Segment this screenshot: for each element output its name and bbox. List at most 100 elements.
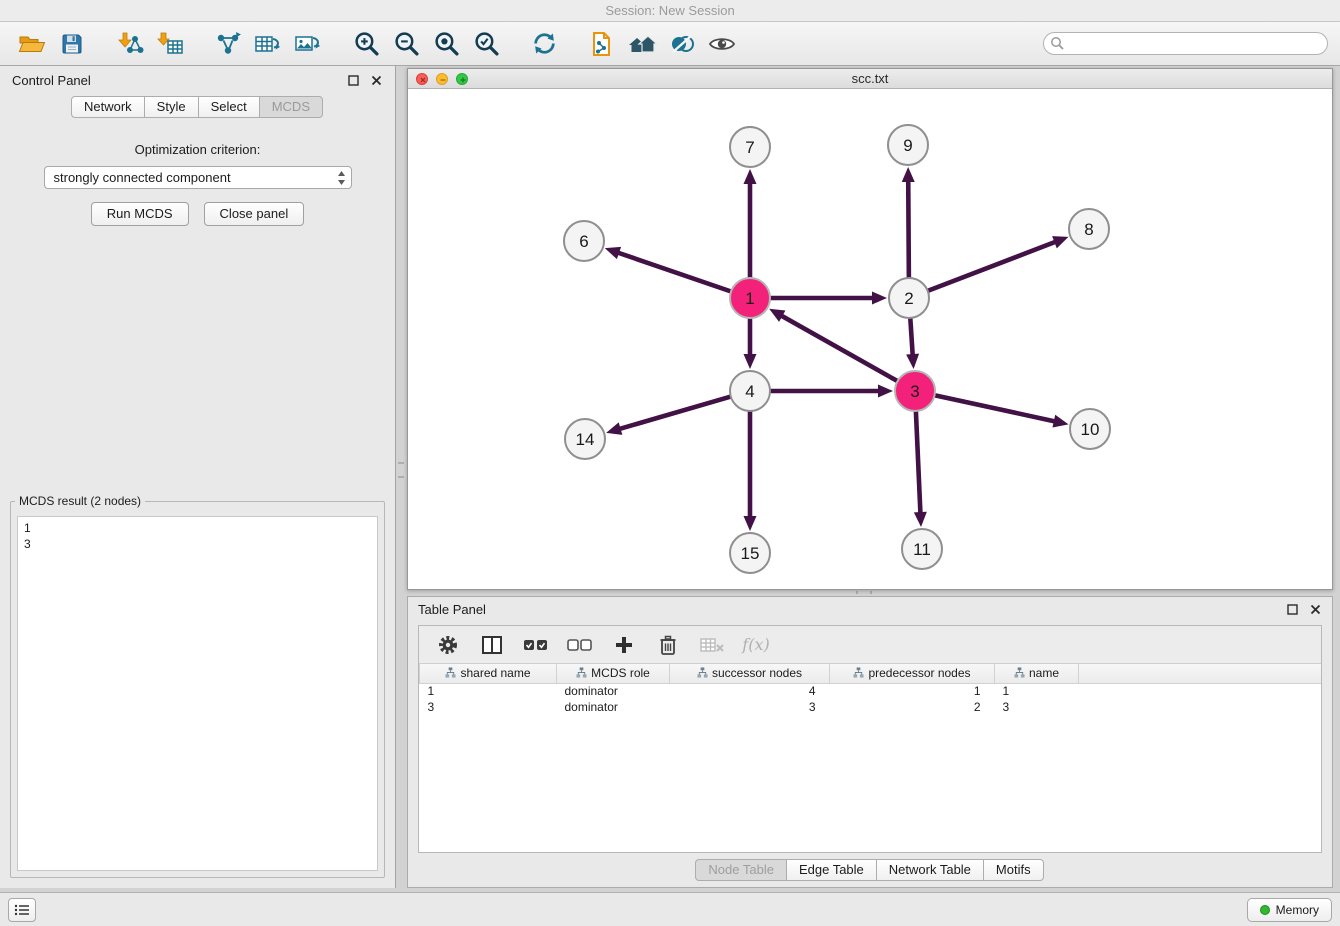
zoom-out-button[interactable] [386, 26, 426, 62]
column-header-MCDS-role[interactable]: MCDS role [557, 664, 670, 683]
graph-node-3[interactable]: 3 [895, 371, 935, 411]
add-column-button[interactable] [609, 630, 639, 660]
select-all-button[interactable] [521, 630, 551, 660]
toolbar-separator [506, 43, 524, 44]
column-header-predecessor-nodes[interactable]: predecessor nodes [830, 664, 995, 683]
show-column-button[interactable] [477, 630, 507, 660]
graph-edge-arrowhead [744, 516, 757, 531]
graph-node-6[interactable]: 6 [564, 221, 604, 261]
graph-node-7[interactable]: 7 [730, 127, 770, 167]
new-network-button[interactable] [208, 26, 248, 62]
criterion-select[interactable]: strongly connected component [44, 166, 352, 189]
graph-node-11[interactable]: 11 [902, 529, 942, 569]
refresh-button[interactable] [524, 26, 564, 62]
graph-node-label: 8 [1084, 220, 1093, 239]
graph-edge-2-9[interactable] [908, 180, 909, 278]
graph-node-10[interactable]: 10 [1070, 409, 1110, 449]
show-all-networks-button[interactable] [622, 26, 662, 62]
graph-node-9[interactable]: 9 [888, 125, 928, 165]
import-network-icon [116, 31, 144, 57]
style-button[interactable] [662, 26, 702, 62]
delete-column-button[interactable] [653, 630, 683, 660]
zoom-fit-button[interactable] [426, 26, 466, 62]
close-panel-button[interactable]: Close panel [204, 202, 305, 226]
tab-select[interactable]: Select [198, 96, 260, 118]
column-type-icon [1014, 667, 1025, 678]
export-table-button[interactable] [248, 26, 288, 62]
table-tab-edge-table[interactable]: Edge Table [786, 859, 877, 881]
graph-edge-arrowhead [744, 169, 757, 184]
graph-edge-3-1[interactable] [780, 315, 897, 381]
float-panel-icon[interactable] [346, 73, 360, 87]
gear-icon [437, 634, 459, 656]
control-panel-title: Control Panel [12, 73, 91, 88]
graph-edge-3-11[interactable] [916, 411, 921, 514]
save-session-button[interactable] [52, 26, 92, 62]
toolbar-search-input[interactable] [1043, 32, 1328, 55]
columns-icon [481, 634, 503, 656]
network-window-titlebar[interactable]: scc.txt [408, 69, 1332, 89]
control-panel-tabs: NetworkStyleSelectMCDS [0, 96, 395, 118]
graph-node-15[interactable]: 15 [730, 533, 770, 573]
float-panel-icon[interactable] [1285, 602, 1299, 616]
delete-table-button-disabled[interactable] [697, 630, 727, 660]
memory-button[interactable]: Memory [1247, 898, 1332, 922]
graph-node-14[interactable]: 14 [565, 419, 605, 459]
import-network-from-file-button[interactable] [110, 26, 150, 62]
tab-style[interactable]: Style [144, 96, 199, 118]
column-header-name[interactable]: name [995, 664, 1079, 683]
close-panel-icon[interactable] [369, 73, 383, 87]
tab-network[interactable]: Network [71, 96, 145, 118]
graph-edge-2-8[interactable] [928, 242, 1057, 291]
graph-node-1[interactable]: 1 [730, 278, 770, 318]
graph-edge-1-6[interactable] [617, 252, 731, 291]
table-tab-network-table[interactable]: Network Table [876, 859, 984, 881]
node-table-body: 1dominator4113dominator323 [420, 683, 1322, 715]
table-tab-motifs[interactable]: Motifs [983, 859, 1044, 881]
graph-node-label: 11 [913, 540, 931, 559]
vertical-splitter-handle[interactable] [398, 462, 404, 478]
graph-edge-arrowhead [872, 292, 887, 305]
horizontal-splitter-handle[interactable] [856, 591, 872, 594]
application-window: Session: New Session [0, 0, 1340, 926]
deselect-all-button[interactable] [565, 630, 595, 660]
window-titlebar[interactable]: Session: New Session [0, 0, 1340, 22]
eye-icon [708, 34, 736, 54]
zoom-in-button[interactable] [346, 26, 386, 62]
close-panel-icon[interactable] [1308, 602, 1322, 616]
network-canvas-svg[interactable]: 7 9 6 8 1 2 4 3 14 10 15 11 [408, 89, 1332, 589]
maximize-window-icon[interactable] [456, 73, 468, 85]
table-row[interactable]: 1dominator411 [420, 683, 1322, 699]
run-mcds-button[interactable]: Run MCDS [91, 202, 189, 226]
mcds-result-list[interactable]: 13 [17, 516, 378, 871]
import-table-from-file-button[interactable] [150, 26, 190, 62]
show-graphics-details-button[interactable] [702, 26, 742, 62]
zoom-selected-button[interactable] [466, 26, 506, 62]
import-table-icon [156, 31, 184, 57]
tab-mcds[interactable]: MCDS [259, 96, 323, 118]
function-builder-button-disabled[interactable]: f(x) [741, 630, 771, 660]
graph-node-4[interactable]: 4 [730, 371, 770, 411]
clone-network-button[interactable] [582, 26, 622, 62]
graph-node-label: 7 [745, 138, 754, 157]
graph-edge-4-14[interactable] [619, 397, 731, 430]
table-tab-node-table[interactable]: Node Table [695, 859, 787, 881]
column-header-label: name [1029, 666, 1059, 680]
graph-node-8[interactable]: 8 [1069, 209, 1109, 249]
graph-edge-3-10[interactable] [935, 395, 1056, 421]
column-header-shared-name[interactable]: shared name [420, 664, 557, 683]
graph-node-2[interactable]: 2 [889, 278, 929, 318]
minimize-window-icon[interactable] [436, 73, 448, 85]
graph-node-label: 2 [904, 289, 913, 308]
table-panel-header: Table Panel [408, 597, 1332, 621]
node-table: shared nameMCDS rolesuccessor nodesprede… [419, 664, 1321, 715]
task-history-button[interactable] [8, 898, 36, 922]
column-header-successor-nodes[interactable]: successor nodes [670, 664, 830, 683]
export-image-button[interactable] [288, 26, 328, 62]
table-settings-button[interactable] [433, 630, 463, 660]
table-row[interactable]: 3dominator323 [420, 699, 1322, 715]
open-file-button[interactable] [12, 26, 52, 62]
graph-edge-2-3[interactable] [910, 318, 912, 356]
mcds-result-title: MCDS result (2 nodes) [15, 494, 145, 508]
close-window-icon[interactable] [416, 73, 428, 85]
